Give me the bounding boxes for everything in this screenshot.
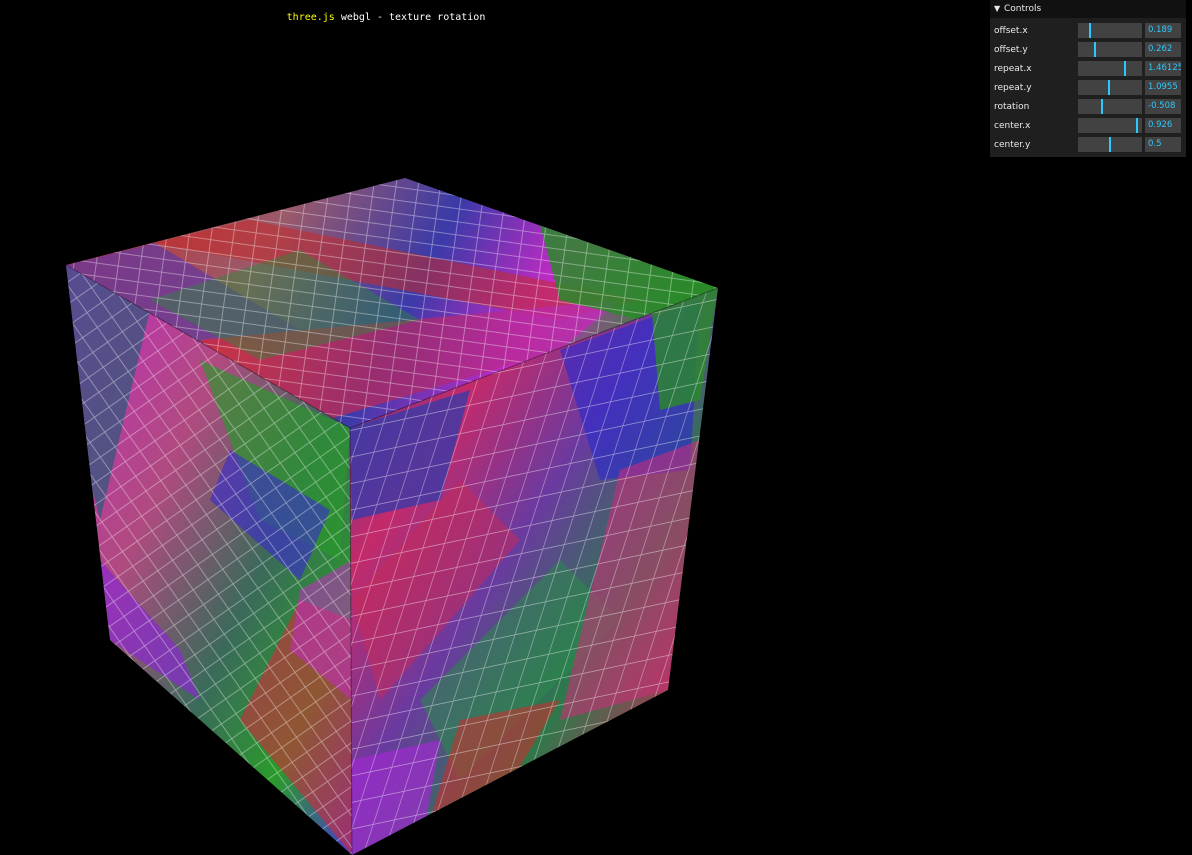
slider-center-x[interactable] (1078, 118, 1142, 133)
number-input-repeat-x[interactable] (1145, 61, 1181, 76)
slider-handle-offset-y[interactable] (1093, 42, 1096, 57)
control-label-center-y: center.y (994, 139, 1031, 150)
control-label-repeat-x: repeat.x (994, 63, 1032, 74)
control-label-rotation: rotation (994, 101, 1030, 112)
number-input-offset-y[interactable] (1145, 42, 1181, 57)
slider-rotation[interactable] (1078, 99, 1142, 114)
slider-repeat-y[interactable] (1078, 80, 1142, 95)
page-header: three.js webgl - texture rotation (0, 12, 772, 23)
chevron-down-icon: ▼ (994, 4, 1001, 13)
controls-title: Controls (1004, 4, 1042, 14)
controls-panel: ▼ Controls offset.x offset.y repeat.x repea… (990, 0, 1186, 157)
number-input-center-y[interactable] (1145, 137, 1181, 152)
threejs-link[interactable]: three.js (287, 12, 335, 23)
number-input-rotation[interactable] (1145, 99, 1181, 114)
slider-handle-repeat-y[interactable] (1107, 80, 1110, 95)
slider-offset-y[interactable] (1078, 42, 1142, 57)
control-row-offset-y: offset.y (990, 40, 1186, 59)
number-input-offset-x[interactable] (1145, 23, 1181, 38)
control-label-offset-x: offset.x (994, 25, 1028, 36)
slider-center-y[interactable] (1078, 137, 1142, 152)
control-row-center-y: center.y (990, 135, 1186, 154)
control-row-repeat-y: repeat.y (990, 78, 1186, 97)
control-row-center-x: center.x (990, 116, 1186, 135)
header-subtitle: webgl - texture rotation (334, 12, 486, 23)
slider-repeat-x[interactable] (1078, 61, 1142, 76)
number-input-center-x[interactable] (1145, 118, 1181, 133)
control-row-rotation: rotation (990, 97, 1186, 116)
control-label-center-x: center.x (994, 120, 1031, 131)
slider-handle-offset-x[interactable] (1089, 23, 1092, 38)
control-label-offset-y: offset.y (994, 44, 1028, 55)
control-label-repeat-y: repeat.y (994, 82, 1032, 93)
controls-title-bar[interactable]: ▼ Controls (990, 0, 1186, 18)
number-input-repeat-y[interactable] (1145, 80, 1181, 95)
controls-list: offset.x offset.y repeat.x repeat.y rotation… (990, 18, 1186, 157)
control-row-repeat-x: repeat.x (990, 59, 1186, 78)
slider-offset-x[interactable] (1078, 23, 1142, 38)
control-row-offset-x: offset.x (990, 21, 1186, 40)
slider-handle-center-x[interactable] (1136, 118, 1139, 133)
slider-handle-center-y[interactable] (1109, 137, 1111, 152)
slider-handle-rotation[interactable] (1101, 99, 1104, 114)
slider-handle-repeat-x[interactable] (1123, 61, 1126, 76)
